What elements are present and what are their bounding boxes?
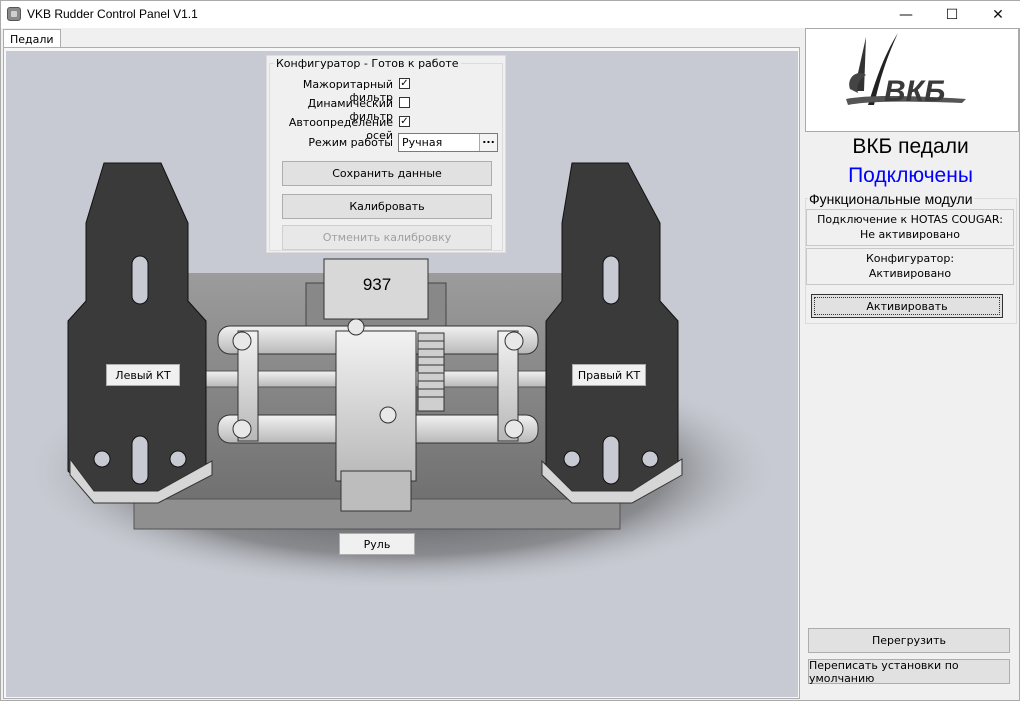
mode-browse-button[interactable]: ... bbox=[479, 134, 497, 151]
vkb-logo: ВКБ bbox=[805, 28, 1019, 132]
rudder-button[interactable]: Руль bbox=[339, 533, 415, 555]
title-bar: VKB Rudder Control Panel V1.1 — ☐ ✕ bbox=[1, 1, 1020, 28]
window-title: VKB Rudder Control Panel V1.1 bbox=[27, 7, 198, 21]
save-data-button[interactable]: Сохранить данные bbox=[282, 161, 492, 186]
app-icon bbox=[7, 7, 21, 21]
app-window: VKB Rudder Control Panel V1.1 — ☐ ✕ Педа… bbox=[0, 0, 1020, 701]
mode-value: Ручная bbox=[402, 136, 443, 149]
configurator-panel: Конфигуратор - Готов к работе Мажоритарн… bbox=[266, 55, 506, 253]
minimize-button[interactable]: — bbox=[883, 1, 929, 28]
reset-defaults-button[interactable]: Переписать установки по умолчанию bbox=[808, 659, 1010, 685]
mode-label: Режим работы bbox=[308, 136, 393, 149]
activate-button[interactable]: Активировать bbox=[811, 294, 1003, 318]
left-pedal bbox=[67, 162, 213, 504]
axis-value-display: 937 bbox=[362, 275, 392, 294]
configurator-legend: Конфигуратор - Готов к работе bbox=[276, 57, 459, 70]
mode-select[interactable]: Ручная ... bbox=[398, 133, 498, 152]
connection-status: Подключены bbox=[848, 164, 973, 187]
auto-axes-checkbox[interactable]: ✓ bbox=[399, 116, 410, 127]
configurator-module: Конфигуратор: Активировано bbox=[806, 248, 1014, 285]
modules-legend: Функциональные модули bbox=[808, 191, 974, 207]
side-panel: ВКБ ВКБ педали Подключены Функциональные… bbox=[802, 28, 1019, 699]
maximize-button[interactable]: ☐ bbox=[929, 1, 975, 28]
right-pedal bbox=[541, 162, 683, 504]
tab-strip: Педали bbox=[1, 28, 801, 49]
hotas-module: Подключение к HOTAS COUGAR: Не активиров… bbox=[806, 209, 1014, 246]
device-name: ВКБ педали bbox=[852, 135, 969, 158]
calibrate-button[interactable]: Калибровать bbox=[282, 194, 492, 219]
hotas-module-state: Не активировано bbox=[860, 228, 960, 241]
configurator-module-title: Конфигуратор: bbox=[865, 252, 955, 265]
close-button[interactable]: ✕ bbox=[975, 1, 1020, 28]
logo-text: ВКБ bbox=[884, 75, 945, 108]
right-kt-button[interactable]: Правый КТ bbox=[572, 364, 646, 386]
reload-button[interactable]: Перегрузить bbox=[808, 628, 1010, 653]
left-kt-button[interactable]: Левый КТ bbox=[106, 364, 180, 386]
majority-filter-checkbox[interactable]: ✓ bbox=[399, 78, 410, 89]
hotas-module-title: Подключение к HOTAS COUGAR: bbox=[817, 213, 1003, 226]
cancel-calibration-button[interactable]: Отменить калибровку bbox=[282, 225, 492, 250]
dynamic-filter-checkbox[interactable] bbox=[399, 97, 410, 108]
configurator-module-state: Активировано bbox=[868, 267, 952, 280]
vkb-logo-graphic: ВКБ bbox=[846, 33, 966, 108]
tab-pedals[interactable]: Педали bbox=[3, 29, 61, 49]
